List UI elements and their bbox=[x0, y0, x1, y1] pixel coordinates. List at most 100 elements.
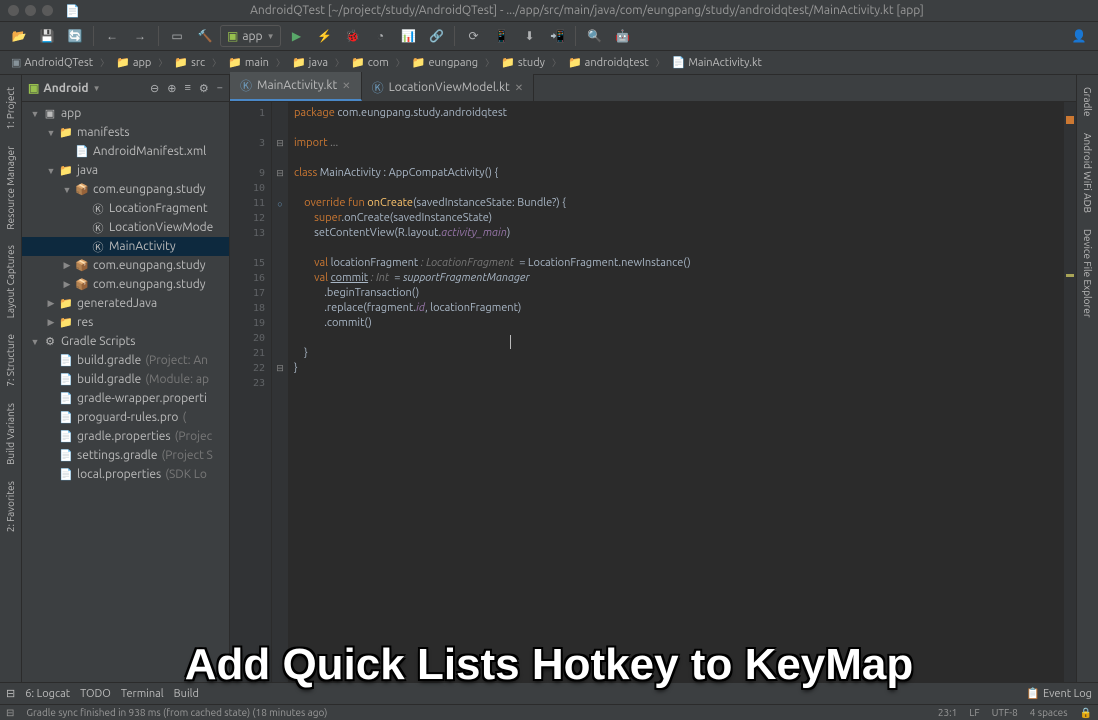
logcat-tab[interactable]: 6: Logcat bbox=[25, 688, 70, 700]
tree-node[interactable]: ⓀLocationFragment bbox=[22, 199, 229, 218]
tool-window-tab[interactable]: 1: Project bbox=[3, 79, 18, 138]
run-button[interactable]: ▶ bbox=[283, 24, 309, 48]
sdk-manager-button[interactable]: ⬇ bbox=[516, 24, 542, 48]
locate-icon[interactable]: ⊕ bbox=[167, 82, 176, 95]
todo-tab[interactable]: TODO bbox=[80, 688, 111, 700]
debug-button[interactable]: 🐞 bbox=[339, 24, 365, 48]
tool-window-tab[interactable]: Build Variants bbox=[3, 395, 18, 473]
breadcrumb-item[interactable]: 📁main bbox=[223, 55, 274, 70]
tool-window-tab[interactable]: 2: Favorites bbox=[3, 473, 18, 540]
breadcrumb-item[interactable]: 📁androidqtest bbox=[563, 55, 654, 70]
breadcrumb-item[interactable]: ▣AndroidQTest bbox=[6, 55, 98, 70]
tool-window-tab[interactable]: Layout Captures bbox=[3, 237, 18, 326]
gutter-icon-slot bbox=[272, 226, 288, 241]
tree-label: proguard-rules.pro bbox=[77, 411, 178, 424]
device-manager-button[interactable]: 📲 bbox=[544, 24, 570, 48]
close-window-button[interactable] bbox=[8, 5, 19, 16]
sync-button[interactable]: 🔄 bbox=[62, 24, 88, 48]
tree-node[interactable]: ▼▣app bbox=[22, 104, 229, 123]
tree-node[interactable]: ▼📦com.eungpang.study bbox=[22, 180, 229, 199]
open-file-button[interactable]: 📂 bbox=[6, 24, 32, 48]
attach-debugger-button[interactable]: 🔗 bbox=[423, 24, 449, 48]
line-number: 13 bbox=[230, 226, 271, 241]
tree-node[interactable]: ▶📦com.eungpang.study bbox=[22, 275, 229, 294]
breadcrumb-item[interactable]: 📁eungpang bbox=[407, 55, 483, 70]
expand-icon[interactable]: ≡ bbox=[184, 82, 190, 95]
collapse-icon[interactable]: ⊖ bbox=[150, 82, 159, 95]
line-number: 17 bbox=[230, 286, 271, 301]
editor-marker-bar[interactable] bbox=[1064, 102, 1076, 682]
breadcrumb-item[interactable]: 📁study bbox=[496, 55, 550, 70]
editor-tab[interactable]: ⓀLocationViewModel.kt✕ bbox=[362, 74, 535, 101]
fold-icon[interactable]: ⊟ bbox=[276, 363, 284, 374]
tree-node[interactable]: 📄build.gradle(Project: An bbox=[22, 351, 229, 370]
forward-button[interactable]: → bbox=[127, 24, 153, 48]
build-button[interactable]: ▭ bbox=[164, 24, 190, 48]
hide-icon[interactable]: − bbox=[217, 82, 223, 95]
tree-node[interactable]: 📄gradle.properties(Projec bbox=[22, 427, 229, 446]
save-button[interactable]: 💾 bbox=[34, 24, 60, 48]
tree-node[interactable]: ⓀMainActivity bbox=[22, 237, 229, 256]
profiler-button[interactable]: 📊 bbox=[395, 24, 421, 48]
breadcrumb-item[interactable]: 📁src bbox=[169, 55, 210, 70]
override-icon[interactable]: ○ bbox=[277, 199, 282, 209]
tree-node[interactable]: ▼⚙Gradle Scripts bbox=[22, 332, 229, 351]
hide-tool-windows-button[interactable]: ⊟ bbox=[6, 687, 15, 700]
tool-window-tab[interactable]: Resource Manager bbox=[3, 138, 18, 238]
tree-node[interactable]: 📄gradle-wrapper.properti bbox=[22, 389, 229, 408]
breadcrumb-item[interactable]: 📁app bbox=[111, 55, 156, 70]
android-assistant-button[interactable]: 🤖 bbox=[609, 24, 635, 48]
tree-node[interactable]: ▼📁manifests bbox=[22, 123, 229, 142]
tool-window-tab[interactable]: Device File Explorer bbox=[1080, 221, 1095, 326]
terminal-tab[interactable]: Terminal bbox=[121, 688, 164, 700]
tool-window-tab[interactable]: Gradle bbox=[1080, 79, 1095, 125]
avd-manager-button[interactable]: 📱 bbox=[488, 24, 514, 48]
tree-node[interactable]: 📄proguard-rules.pro( bbox=[22, 408, 229, 427]
editor-tabs: ⓀMainActivity.kt✕ⓀLocationViewModel.kt✕ bbox=[230, 75, 1076, 102]
breadcrumb-item[interactable]: 📄MainActivity.kt bbox=[667, 55, 767, 70]
tool-window-tab[interactable]: Android WiFi ADB bbox=[1080, 125, 1095, 221]
indent-settings[interactable]: 4 spaces bbox=[1030, 707, 1068, 718]
fold-icon[interactable]: ⊟ bbox=[276, 138, 284, 149]
editor-tab[interactable]: ⓀMainActivity.kt✕ bbox=[230, 72, 362, 101]
coverage-button[interactable]: ◔ bbox=[367, 24, 393, 48]
tree-node[interactable]: ⓀLocationViewMode bbox=[22, 218, 229, 237]
fold-icon[interactable]: ⊟ bbox=[276, 168, 284, 179]
back-button[interactable]: ← bbox=[99, 24, 125, 48]
tree-node[interactable]: 📄local.properties(SDK Lo bbox=[22, 465, 229, 484]
minimize-window-button[interactable] bbox=[25, 5, 36, 16]
user-icon[interactable]: 👤 bbox=[1066, 24, 1092, 48]
apply-changes-button[interactable]: ⚡ bbox=[311, 24, 337, 48]
breadcrumb-item[interactable]: 📁com bbox=[346, 55, 394, 70]
file-encoding[interactable]: UTF-8 bbox=[992, 707, 1018, 718]
tree-node[interactable]: ▶📁generatedJava bbox=[22, 294, 229, 313]
line-separator[interactable]: LF bbox=[969, 707, 979, 718]
tool-window-tab[interactable]: 7: Structure bbox=[3, 326, 18, 395]
tree-node[interactable]: 📄build.gradle(Module: ap bbox=[22, 370, 229, 389]
run-configuration-dropdown[interactable]: ▣ app ▼ bbox=[220, 25, 281, 47]
tree-arrow-icon: ▼ bbox=[28, 337, 42, 347]
make-button[interactable]: 🔨 bbox=[192, 24, 218, 48]
lock-icon[interactable]: 🔒 bbox=[1080, 707, 1092, 719]
sync-gradle-button[interactable]: ⟳ bbox=[460, 24, 486, 48]
close-tab-icon[interactable]: ✕ bbox=[515, 82, 523, 94]
tree-node[interactable]: ▼📁java bbox=[22, 161, 229, 180]
tree-node[interactable]: ▶📁res bbox=[22, 313, 229, 332]
gutter-icon-slot bbox=[272, 256, 288, 271]
maximize-window-button[interactable] bbox=[42, 5, 53, 16]
status-icon[interactable]: ⊟ bbox=[6, 707, 14, 719]
search-button[interactable]: 🔍 bbox=[581, 24, 607, 48]
tree-node[interactable]: 📄settings.gradle(Project S bbox=[22, 446, 229, 465]
settings-icon[interactable]: ⚙ bbox=[199, 82, 209, 95]
tree-node[interactable]: ▶📦com.eungpang.study bbox=[22, 256, 229, 275]
build-tab[interactable]: Build bbox=[174, 688, 199, 700]
cursor-position[interactable]: 23:1 bbox=[938, 707, 957, 718]
close-tab-icon[interactable]: ✕ bbox=[342, 80, 350, 92]
tree-node[interactable]: 📄AndroidManifest.xml bbox=[22, 142, 229, 161]
project-view-selector[interactable]: ▣ Android ▼ bbox=[28, 81, 144, 95]
code-editor[interactable]: package com.eungpang.study.androidqtesti… bbox=[288, 102, 1064, 682]
project-tree[interactable]: ▼▣app▼📁manifests📄AndroidManifest.xml▼📁ja… bbox=[22, 102, 229, 682]
event-log-tab[interactable]: 📋 Event Log bbox=[1026, 687, 1092, 700]
breadcrumb-item[interactable]: 📁java bbox=[287, 55, 333, 70]
tree-arrow-icon: ▼ bbox=[44, 166, 58, 176]
